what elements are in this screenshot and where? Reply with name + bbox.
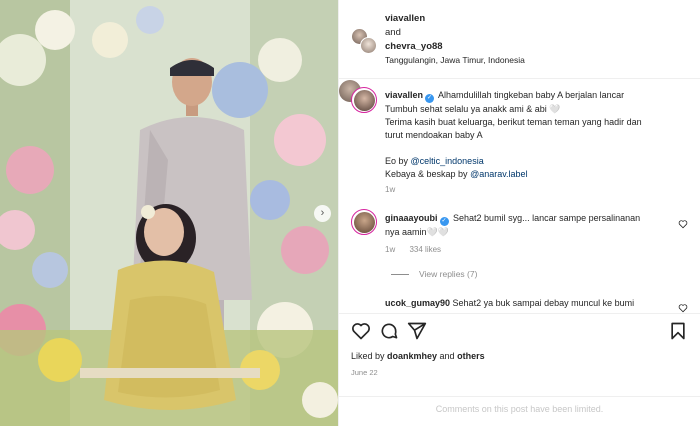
- comment-username[interactable]: ginaaayoubi: [385, 213, 438, 223]
- comment-bubble-icon[interactable]: [379, 321, 399, 341]
- comments-list[interactable]: viavallen ✓ Alhamdulillah tingkeban baby …: [339, 80, 700, 313]
- next-photo-button[interactable]: ›: [314, 205, 331, 222]
- collaborator-username[interactable]: chevra_yo88: [385, 41, 443, 52]
- caption-avatar[interactable]: [351, 87, 377, 113]
- post-header: viavallen and chevra_yo88 Tanggulangin, …: [339, 0, 700, 79]
- caption: viavallen ✓ Alhamdulillah tingkeban baby …: [385, 89, 685, 181]
- comment-timestamp[interactable]: 1w: [385, 245, 395, 254]
- caption-username[interactable]: viavallen: [385, 90, 423, 100]
- author-username[interactable]: viavallen: [385, 13, 425, 24]
- post-photo[interactable]: ›: [0, 0, 338, 426]
- post-date[interactable]: June 22: [351, 368, 378, 377]
- comments-limited-notice: Comments on this post have been limited.: [339, 396, 700, 426]
- verified-badge-icon: ✓: [439, 217, 449, 226]
- collab-avatars[interactable]: [351, 28, 377, 54]
- divider: [391, 273, 409, 275]
- avatar: [353, 211, 375, 233]
- caption-line: Tumbuh sehat selalu ya anakk ami & abi 🤍: [385, 104, 561, 114]
- instagram-post-window: › viavallen and chevra_yo88 Tanggulangin…: [0, 0, 700, 426]
- comment-text: Sehat2 ya buk sampai debay muncul ke bum…: [452, 298, 635, 308]
- caption-timestamp[interactable]: 1w: [385, 185, 395, 194]
- kebaya-prefix: Kebaya & beskap by: [385, 169, 471, 179]
- comment-text: Sehat2 bumil syg... lancar sampe persali…: [453, 213, 641, 223]
- post-actions: Liked by doankmhey and others June 22: [339, 313, 700, 396]
- kebaya-mention-link[interactable]: @anarav.label: [470, 169, 528, 179]
- location-link[interactable]: Tanggulangin, Jawa Timur, Indonesia: [385, 55, 525, 65]
- comment-avatar[interactable]: [351, 209, 377, 235]
- caption-line: Alhamdulillah tingkeban baby A berjalan …: [438, 90, 625, 100]
- save-bookmark-icon[interactable]: [668, 321, 688, 341]
- view-replies-button[interactable]: View replies (7): [391, 269, 477, 279]
- eo-mention-link[interactable]: @celtic_indonesia: [411, 156, 484, 166]
- comment: ginaaayoubi ✓ Sehat2 bumil syg... lancar …: [385, 212, 665, 239]
- liked-by-prefix: Liked by: [351, 351, 388, 361]
- liked-by-user[interactable]: doankmhey: [387, 351, 437, 361]
- comment-meta: 1w 334 likes: [385, 245, 453, 254]
- view-replies-label: View replies (7): [419, 269, 478, 279]
- chevron-right-icon: ›: [320, 207, 325, 219]
- caption-line: turut mendoakan baby A: [385, 130, 483, 140]
- like-comment-heart-icon[interactable]: [678, 303, 688, 313]
- like-heart-icon[interactable]: [351, 321, 371, 341]
- caption-line: Terima kasih buat keluarga, berikut tema…: [385, 117, 642, 127]
- comment-text: nya aamin🤍🤍: [385, 227, 449, 237]
- comment-likes[interactable]: 334 likes: [409, 245, 441, 254]
- comment: ucok_gumay90 Sehat2 ya buk sampai debay …: [385, 298, 665, 308]
- share-paper-plane-icon[interactable]: [407, 321, 427, 341]
- like-comment-heart-icon[interactable]: [678, 219, 688, 229]
- photo-illustration: [0, 0, 338, 426]
- and-text: and: [385, 27, 401, 38]
- verified-badge-icon: ✓: [425, 94, 435, 103]
- eo-prefix: Eo by: [385, 156, 411, 166]
- comment-username[interactable]: ucok_gumay90: [385, 298, 450, 308]
- liked-by-others[interactable]: others: [457, 351, 485, 361]
- liked-by-text: Liked by doankmhey and others: [351, 351, 485, 361]
- post-details-panel: viavallen and chevra_yo88 Tanggulangin, …: [338, 0, 700, 426]
- avatar: [353, 89, 375, 111]
- avatar: [360, 37, 377, 54]
- liked-by-and: and: [437, 351, 458, 361]
